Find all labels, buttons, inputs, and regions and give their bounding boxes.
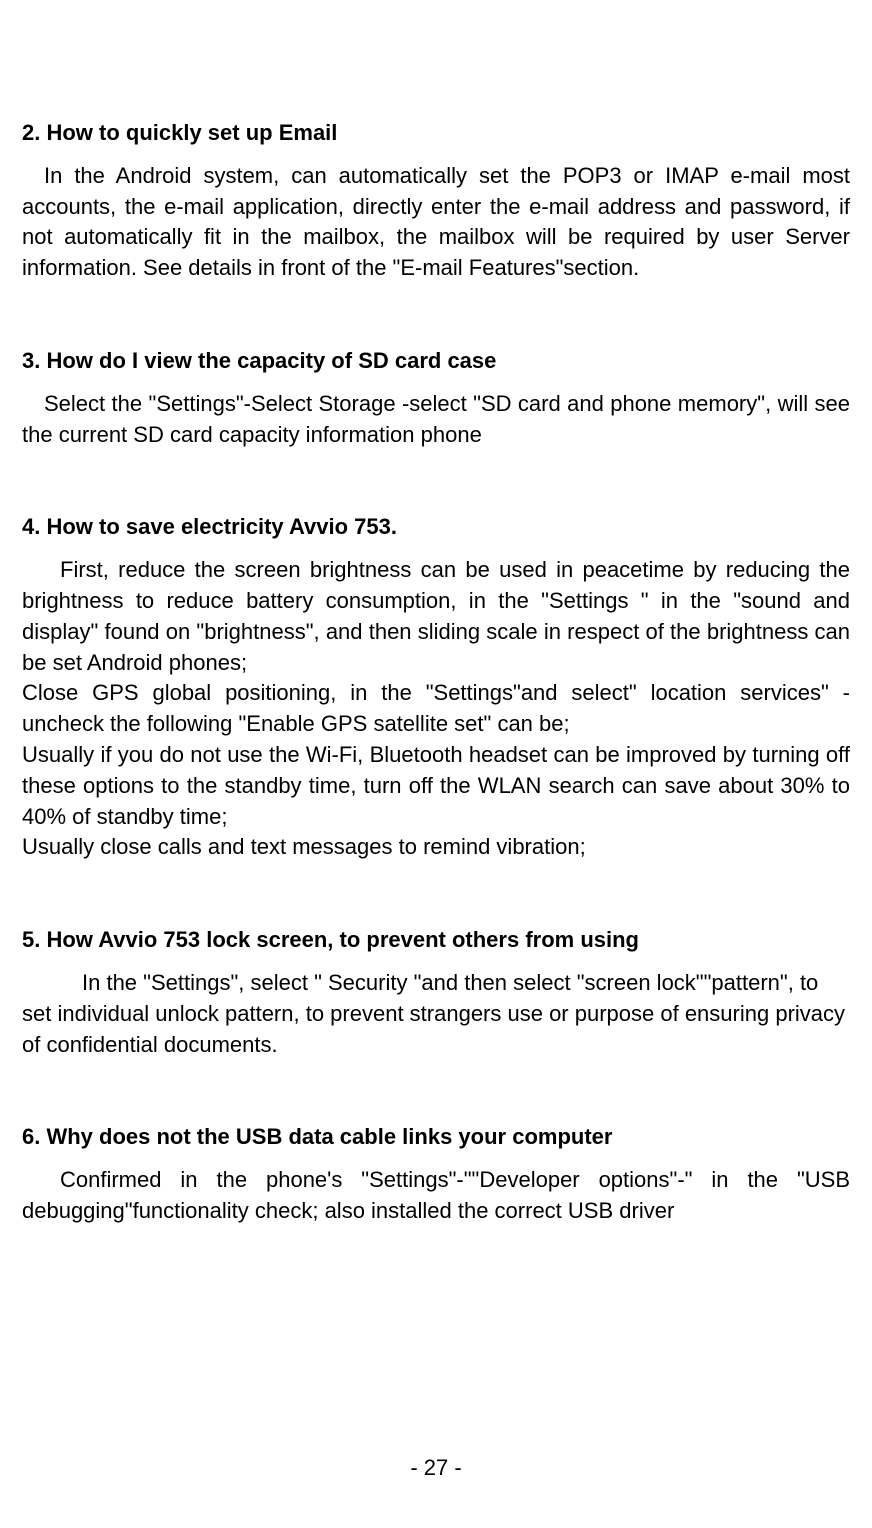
page-content: 2. How to quickly set up Email In the An… [0,0,872,1227]
section-4-p3: Usually if you do not use the Wi-Fi, Blu… [22,740,850,832]
section-5: 5. How Avvio 753 lock screen, to prevent… [22,925,850,1060]
section-6: 6. Why does not the USB data cable links… [22,1122,850,1226]
heading-2: 2. How to quickly set up Email [22,118,850,149]
section-4-p1: First, reduce the screen brightness can … [22,555,850,678]
section-6-p1: Confirmed in the phone's "Settings"-""De… [22,1165,850,1227]
heading-5: 5. How Avvio 753 lock screen, to prevent… [22,925,850,956]
heading-6: 6. Why does not the USB data cable links… [22,1122,850,1153]
heading-4: 4. How to save electricity Avvio 753. [22,512,850,543]
section-4: 4. How to save electricity Avvio 753. Fi… [22,512,850,863]
section-2-p1: In the Android system, can automatically… [22,161,850,284]
heading-3: 3. How do I view the capacity of SD card… [22,346,850,377]
section-4-p2: Close GPS global positioning, in the "Se… [22,678,850,740]
page-number: - 27 - [0,1453,872,1484]
section-4-p4: Usually close calls and text messages to… [22,832,850,863]
section-3-p1: Select the "Settings"-Select Storage -se… [22,389,850,451]
section-5-p1: In the "Settings", select " Security "an… [22,968,850,1060]
section-2: 2. How to quickly set up Email In the An… [22,118,850,284]
section-3: 3. How do I view the capacity of SD card… [22,346,850,450]
